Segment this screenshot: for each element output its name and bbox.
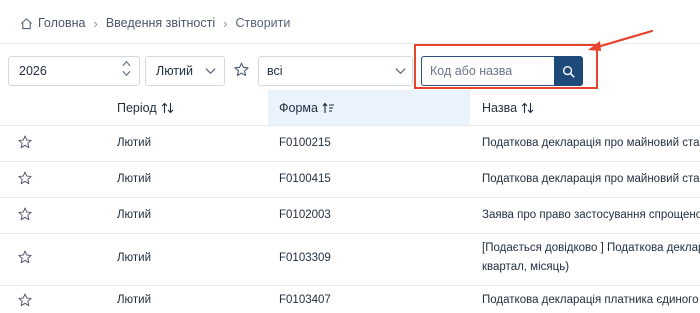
table-row[interactable]: Лютий F0100415 Податкова декларація про … — [0, 161, 700, 197]
cell-period: Лютий — [117, 252, 152, 264]
table-row[interactable]: Лютий F0103407 Податкова декларація плат… — [0, 285, 700, 313]
star-icon[interactable] — [18, 293, 32, 307]
cell-form: F0100415 — [279, 173, 331, 185]
type-select[interactable]: всі — [258, 56, 413, 86]
chevron-down-icon — [395, 68, 406, 75]
column-header-name[interactable]: Назва — [482, 90, 534, 126]
breadcrumb: Головна › Введення звітності › Створити — [20, 14, 290, 32]
search-button[interactable] — [554, 56, 583, 86]
sort-icon[interactable] — [521, 102, 534, 114]
arrow-annotation — [588, 29, 654, 51]
cell-form: F0102003 — [279, 209, 331, 221]
cell-form: F0103407 — [279, 294, 331, 306]
chevron-down-icon — [205, 68, 216, 75]
breadcrumb-home-link[interactable]: Головна — [38, 16, 86, 30]
star-icon[interactable] — [18, 171, 32, 185]
chevron-down-icon[interactable] — [122, 70, 131, 77]
chevron-up-icon[interactable] — [122, 60, 131, 67]
cell-period: Лютий — [117, 173, 152, 185]
column-header-form-label: Форма — [279, 101, 318, 115]
cell-name-continuation: квартал, місяць) — [482, 261, 570, 273]
cell-period: Лютий — [117, 294, 152, 306]
sort-ascending-icon[interactable] — [322, 102, 335, 114]
star-icon[interactable] — [234, 62, 249, 77]
cell-name: Податкова декларація про майновий стан і… — [482, 137, 700, 149]
cell-name: [Подається довідково ] Податкова деклара… — [482, 242, 700, 254]
cell-form: F0100215 — [279, 137, 331, 149]
star-icon[interactable] — [18, 135, 32, 149]
column-header-form[interactable]: Форма — [268, 90, 470, 126]
cell-name: Податкова декларація платника єдиного по… — [482, 294, 700, 306]
star-icon[interactable] — [18, 250, 32, 264]
table-row[interactable]: Лютий F0102003 Заява про право застосува… — [0, 197, 700, 233]
chevron-right-icon: › — [93, 15, 98, 31]
cell-period: Лютий — [117, 137, 152, 149]
column-header-name-label: Назва — [482, 101, 518, 115]
breadcrumb-reporting-link[interactable]: Введення звітності — [106, 16, 215, 30]
chevron-right-icon: › — [223, 15, 228, 31]
year-stepper[interactable]: 2026 — [8, 56, 140, 86]
table-row[interactable]: Лютий F0103309 [Подається довідково ] По… — [0, 233, 700, 285]
column-header-period-label: Період — [117, 101, 157, 115]
search-icon — [562, 65, 575, 78]
month-select[interactable]: Лютий — [145, 56, 225, 86]
cell-period: Лютий — [117, 209, 152, 221]
column-header-period[interactable]: Період — [117, 90, 174, 126]
breadcrumb-current: Створити — [235, 16, 291, 30]
cell-name: Податкова декларація про майновий стан і… — [482, 173, 700, 185]
sort-icon[interactable] — [161, 102, 174, 114]
star-icon[interactable] — [18, 207, 32, 221]
cell-name: Заява про право застосування спрощеної с… — [482, 209, 700, 221]
search-input[interactable] — [421, 56, 554, 86]
type-value: всі — [267, 64, 283, 78]
year-value: 2026 — [19, 64, 47, 78]
table-row[interactable]: Лютий F0100215 Податкова декларація про … — [0, 125, 700, 161]
home-icon — [21, 17, 32, 29]
month-value: Лютий — [156, 64, 193, 78]
cell-form: F0103309 — [279, 252, 331, 264]
